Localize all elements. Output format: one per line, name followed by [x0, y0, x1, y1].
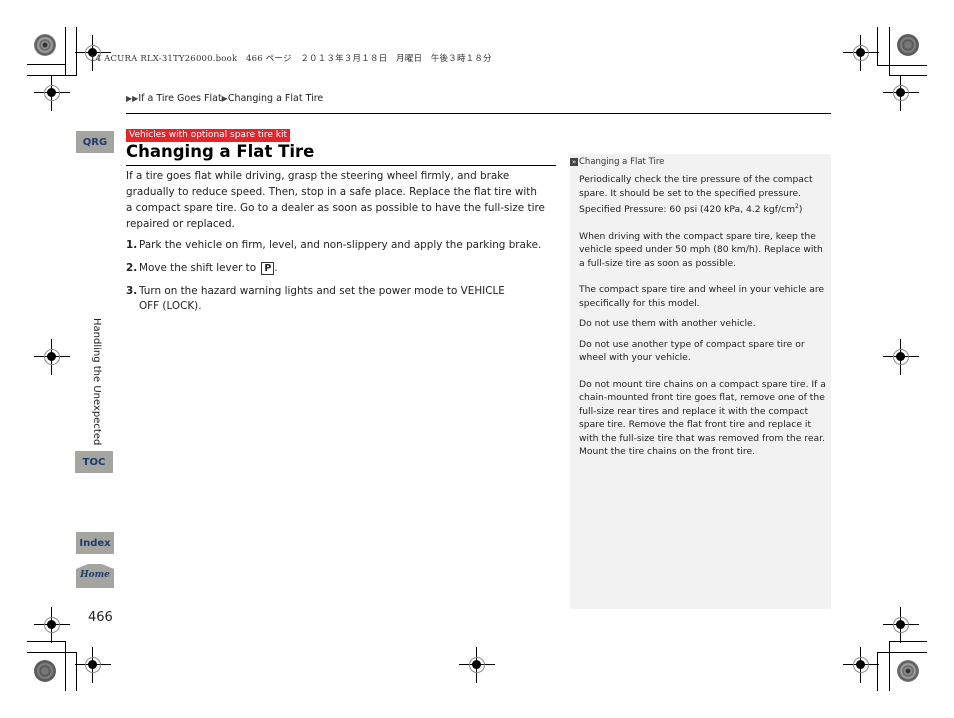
print-header: 14 ACURA RLX-31TY26000.book 466 ページ ２０１３…	[90, 54, 492, 64]
breadcrumb-current-page: Changing a Flat Tire	[227, 93, 324, 104]
qrg-button[interactable]: QRG	[76, 131, 114, 153]
registration-rosette-bottom-left	[34, 660, 56, 682]
crop-mark	[65, 27, 66, 75]
registration-mark	[34, 75, 70, 111]
title-divider	[126, 165, 556, 166]
applicability-tag: Vehicles with optional spare tire kit	[126, 129, 291, 142]
home-button-label: Home	[80, 570, 110, 580]
crop-mark	[877, 652, 927, 653]
step-text: Turn on the hazard warning lights and se…	[139, 285, 505, 312]
registration-mark-part	[856, 48, 865, 57]
registration-rosette-bottom-right	[897, 660, 919, 682]
registration-mark-part	[472, 660, 481, 669]
toc-button[interactable]: TOC	[75, 451, 113, 473]
note-heading-text: Changing a Flat Tire	[579, 157, 665, 167]
registration-mark-part	[88, 660, 97, 669]
registration-mark	[75, 647, 111, 683]
registration-rosette-top-left	[34, 34, 56, 56]
intro-paragraph: If a tire goes flat while driving, grasp…	[126, 170, 545, 230]
crop-mark	[65, 641, 66, 691]
registration-mark	[843, 35, 879, 71]
home-button[interactable]: Home	[76, 564, 114, 588]
note-paragraph: The compact spare tire and wheel in your…	[579, 284, 825, 309]
crop-mark	[889, 27, 890, 76]
breadcrumb-section-link[interactable]: If a Tire Goes Flat	[138, 93, 221, 104]
note-text: Specified Pressure: 60 psi (420 kPa, 4.2…	[579, 204, 796, 216]
crop-mark	[889, 641, 890, 691]
chapter-label: Handling the Unexpected	[91, 318, 102, 446]
registration-mark-part	[896, 352, 905, 361]
page-number: 466	[88, 610, 113, 625]
note-paragraph: When driving with the compact spare tire…	[579, 230, 823, 269]
registration-mark-part	[896, 620, 905, 629]
header-divider	[126, 113, 831, 114]
step-suffix: .	[274, 262, 278, 274]
step-item: 2. Move the shift lever to P.	[126, 261, 556, 276]
registration-mark	[883, 607, 919, 643]
registration-mark-part	[856, 660, 865, 669]
registration-mark	[883, 339, 919, 375]
note-text: Periodically check the tire pressure of …	[579, 174, 813, 199]
registration-mark	[34, 339, 70, 375]
park-position-badge: P	[261, 262, 275, 275]
note-body: Periodically check the tire pressure of …	[579, 173, 827, 466]
breadcrumb-arrows-icon: ▶▶	[126, 94, 139, 103]
registration-mark-part	[47, 352, 56, 361]
note-paragraph: Periodically check the tire pressure of …	[579, 173, 827, 200]
side-note-panel: » Changing a Flat Tire Periodically check…	[570, 154, 831, 609]
registration-mark	[34, 607, 70, 643]
note-heading[interactable]: » Changing a Flat Tire	[570, 157, 664, 167]
step-number: 1.	[126, 239, 138, 251]
step-text: Move the shift lever to	[139, 262, 257, 274]
step-number: 3.	[126, 285, 138, 297]
page-title: Changing a Flat Tire	[126, 142, 315, 161]
registration-mark	[883, 75, 919, 111]
registration-mark-part	[896, 88, 905, 97]
step-item: 1. Park the vehicle on firm, level, and …	[126, 238, 556, 253]
index-button[interactable]: Index	[76, 532, 114, 554]
note-paragraph: Do not use them with another vehicle.	[579, 318, 756, 330]
registration-mark	[459, 647, 495, 683]
breadcrumb: ▶▶If a Tire Goes Flat▶Changing a Flat Ti…	[126, 93, 323, 104]
crop-mark	[877, 65, 927, 66]
registration-rosette-top-right	[897, 34, 919, 56]
crop-mark	[27, 652, 77, 653]
step-item: 3. Turn on the hazard warning lights and…	[126, 284, 521, 314]
registration-mark-part	[47, 88, 56, 97]
note-paragraph: Specified Pressure: 60 psi (420 kPa, 4.2…	[579, 200, 827, 217]
note-text: )	[798, 204, 803, 216]
registration-mark-part	[47, 620, 56, 629]
crop-mark	[27, 64, 66, 65]
step-text: Park the vehicle on firm, level, and non…	[139, 239, 542, 251]
registration-mark	[843, 647, 879, 683]
step-number: 2.	[126, 262, 138, 274]
procedure-steps: 1. Park the vehicle on firm, level, and …	[126, 238, 556, 322]
note-paragraph: Do not use another type of compact spare…	[579, 338, 805, 364]
reference-icon: »	[570, 158, 578, 166]
note-paragraph: Do not mount tire chains on a compact sp…	[579, 378, 826, 458]
